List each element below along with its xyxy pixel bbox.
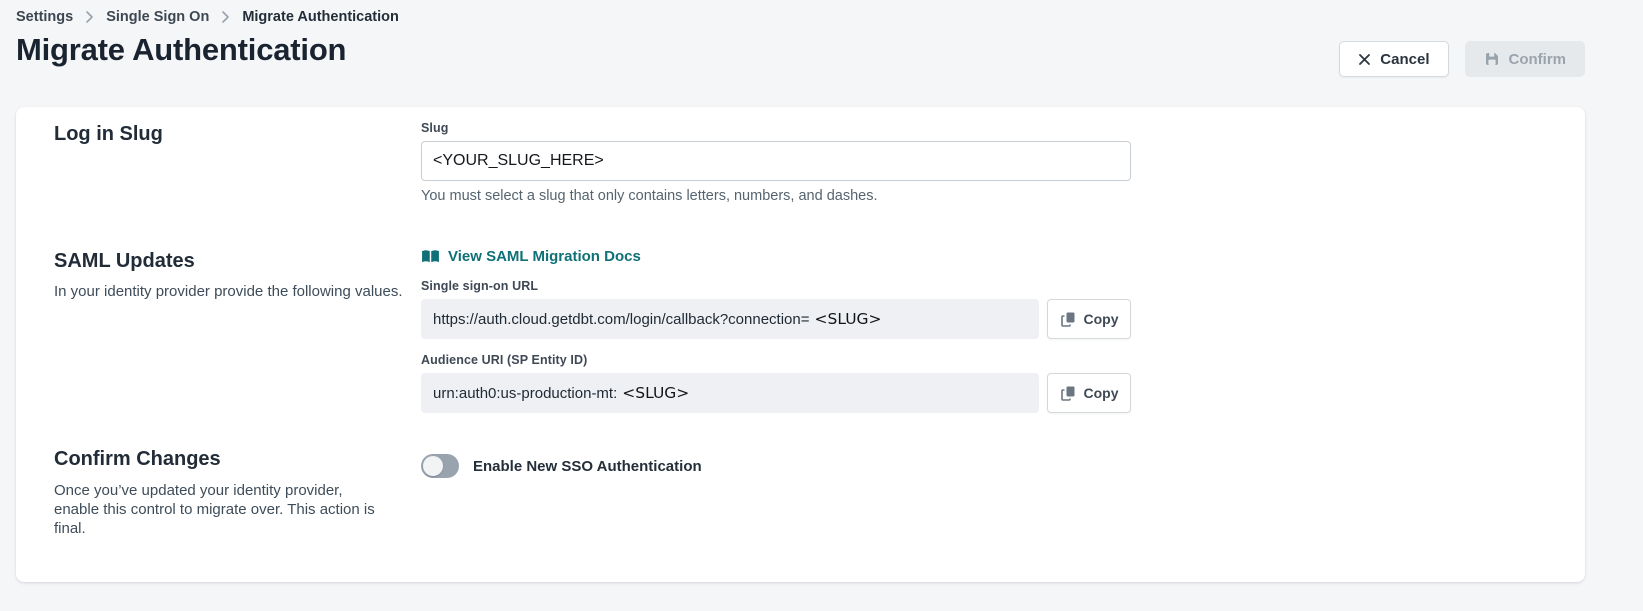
book-icon	[421, 249, 440, 264]
login-slug-heading: Log in Slug	[54, 123, 421, 146]
breadcrumb-single-sign-on[interactable]: Single Sign On	[106, 9, 209, 25]
copy-button-label: Copy	[1084, 311, 1119, 327]
saml-updates-subtitle: In your identity provider provide the fo…	[54, 282, 421, 301]
copy-icon	[1060, 311, 1076, 327]
enable-sso-toggle[interactable]	[421, 454, 459, 478]
breadcrumb-migrate-authentication: Migrate Authentication	[242, 9, 399, 25]
sso-slug-token: <SLUG>	[815, 310, 882, 328]
confirm-changes-section: Confirm Changes Once you’ve updated your…	[54, 446, 1585, 538]
slug-field-label: Slug	[421, 121, 1131, 135]
chevron-right-icon	[84, 10, 95, 24]
slug-input[interactable]	[421, 141, 1131, 181]
saml-updates-heading: SAML Updates	[54, 250, 421, 273]
copy-sso-url-button[interactable]: Copy	[1047, 299, 1131, 339]
copy-icon	[1060, 385, 1076, 401]
copy-button-label: Copy	[1084, 385, 1119, 401]
sso-toggle-row: Enable New SSO Authentication	[421, 454, 1131, 478]
sso-url-label: Single sign-on URL	[421, 279, 1131, 293]
toggle-knob	[423, 456, 443, 476]
page-title: Migrate Authentication	[16, 32, 346, 68]
audience-uri-label: Audience URI (SP Entity ID)	[421, 353, 1131, 367]
audience-uri-value: urn:auth0:us-production-mt: <SLUG>	[421, 373, 1039, 413]
sso-url-prefix: https://auth.cloud.getdbt.com/login/call…	[433, 311, 810, 328]
saml-updates-section: SAML Updates In your identity provider p…	[54, 248, 1585, 413]
migrate-authentication-page: Settings Single Sign On Migrate Authenti…	[0, 0, 1643, 611]
audience-uri-prefix: urn:auth0:us-production-mt:	[433, 385, 617, 402]
view-saml-migration-docs-link[interactable]: View SAML Migration Docs	[421, 248, 641, 265]
cancel-button-label: Cancel	[1380, 51, 1429, 68]
sso-url-row: https://auth.cloud.getdbt.com/login/call…	[421, 299, 1131, 339]
save-icon	[1484, 51, 1500, 67]
header-actions: Cancel Confirm	[1339, 41, 1585, 77]
slug-helper-text: You must select a slug that only contain…	[421, 188, 1131, 204]
docs-link-label: View SAML Migration Docs	[448, 248, 641, 265]
copy-audience-uri-button[interactable]: Copy	[1047, 373, 1131, 413]
audience-uri-row: urn:auth0:us-production-mt: <SLUG> Copy	[421, 373, 1131, 413]
enable-sso-toggle-label: Enable New SSO Authentication	[473, 458, 702, 475]
confirm-button-label: Confirm	[1509, 51, 1567, 68]
confirm-changes-body: Once you’ve updated your identity provid…	[54, 481, 384, 538]
login-slug-section: Log in Slug Slug You must select a slug …	[54, 121, 1585, 204]
confirm-button[interactable]: Confirm	[1465, 41, 1586, 77]
migrate-authentication-card: Log in Slug Slug You must select a slug …	[16, 107, 1585, 582]
close-icon	[1358, 53, 1371, 66]
confirm-changes-heading: Confirm Changes	[54, 448, 421, 471]
cancel-button[interactable]: Cancel	[1339, 41, 1448, 77]
breadcrumb: Settings Single Sign On Migrate Authenti…	[16, 9, 399, 25]
chevron-right-icon	[220, 10, 231, 24]
breadcrumb-settings[interactable]: Settings	[16, 9, 73, 25]
sso-url-value: https://auth.cloud.getdbt.com/login/call…	[421, 299, 1039, 339]
audience-slug-token: <SLUG>	[622, 384, 689, 402]
